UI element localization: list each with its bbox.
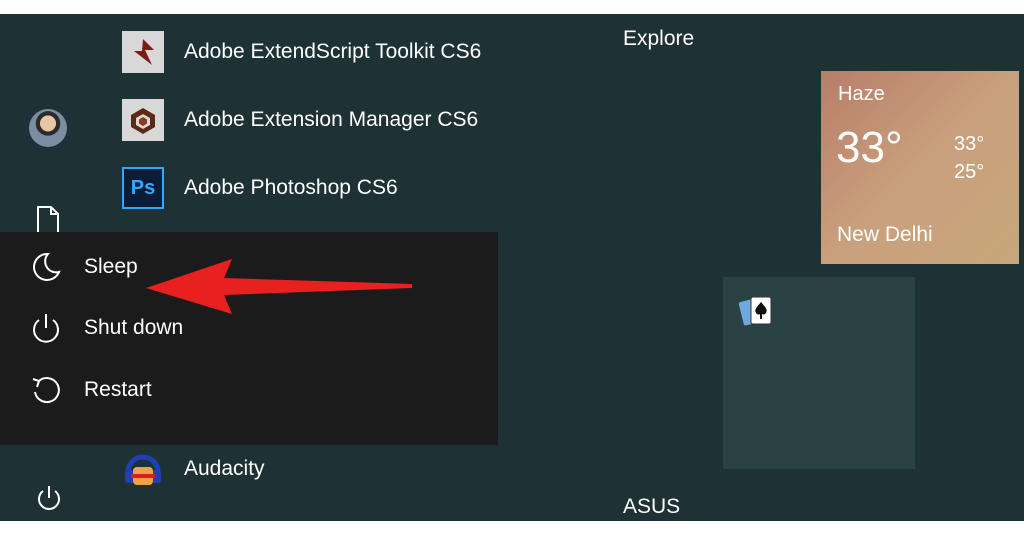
extension-manager-icon: [122, 99, 164, 141]
app-label: Adobe ExtendScript Toolkit CS6: [184, 40, 482, 63]
photoshop-icon: Ps: [122, 167, 164, 209]
weather-condition: Haze: [838, 83, 885, 105]
power-menu-label: Sleep: [84, 255, 138, 278]
app-item-extension-manager[interactable]: Adobe Extension Manager CS6: [122, 96, 478, 144]
power-icon: [33, 314, 59, 343]
app-label: Adobe Photoshop CS6: [184, 176, 398, 199]
solitaire-tile[interactable]: [723, 277, 915, 469]
app-item-extendscript[interactable]: Adobe ExtendScript Toolkit CS6: [122, 28, 481, 76]
weather-high: 33°: [954, 133, 985, 155]
weather-low: 25°: [954, 161, 985, 183]
start-menu: Adobe ExtendScript Toolkit CS6 Adobe Ext…: [0, 14, 1024, 521]
tile-group-title-explore: Explore: [623, 27, 695, 50]
solitaire-cards-icon: [739, 296, 772, 326]
weather-city: New Delhi: [837, 223, 933, 246]
power-menu-item-restart[interactable]: Restart: [0, 360, 498, 420]
user-avatar[interactable]: [29, 109, 67, 147]
annotation-arrow: [146, 259, 412, 314]
power-menu-label: Restart: [84, 378, 152, 401]
restart-icon: [32, 377, 60, 404]
app-item-photoshop[interactable]: Ps Adobe Photoshop CS6: [122, 164, 398, 212]
weather-tile[interactable]: Haze 33° 33° 25° New Delhi: [821, 71, 1019, 264]
power-menu-label: Shut down: [84, 316, 184, 339]
power-button-icon[interactable]: [35, 484, 63, 512]
audacity-icon: [122, 448, 164, 490]
app-item-audacity[interactable]: Audacity: [122, 445, 265, 493]
extendscript-icon: [122, 31, 164, 73]
app-label: Adobe Extension Manager CS6: [184, 108, 479, 131]
moon-icon: [33, 252, 61, 281]
tile-group-title-asus: ASUS: [623, 495, 681, 518]
app-label: Audacity: [184, 457, 265, 480]
weather-temperature: 33°: [836, 123, 903, 172]
